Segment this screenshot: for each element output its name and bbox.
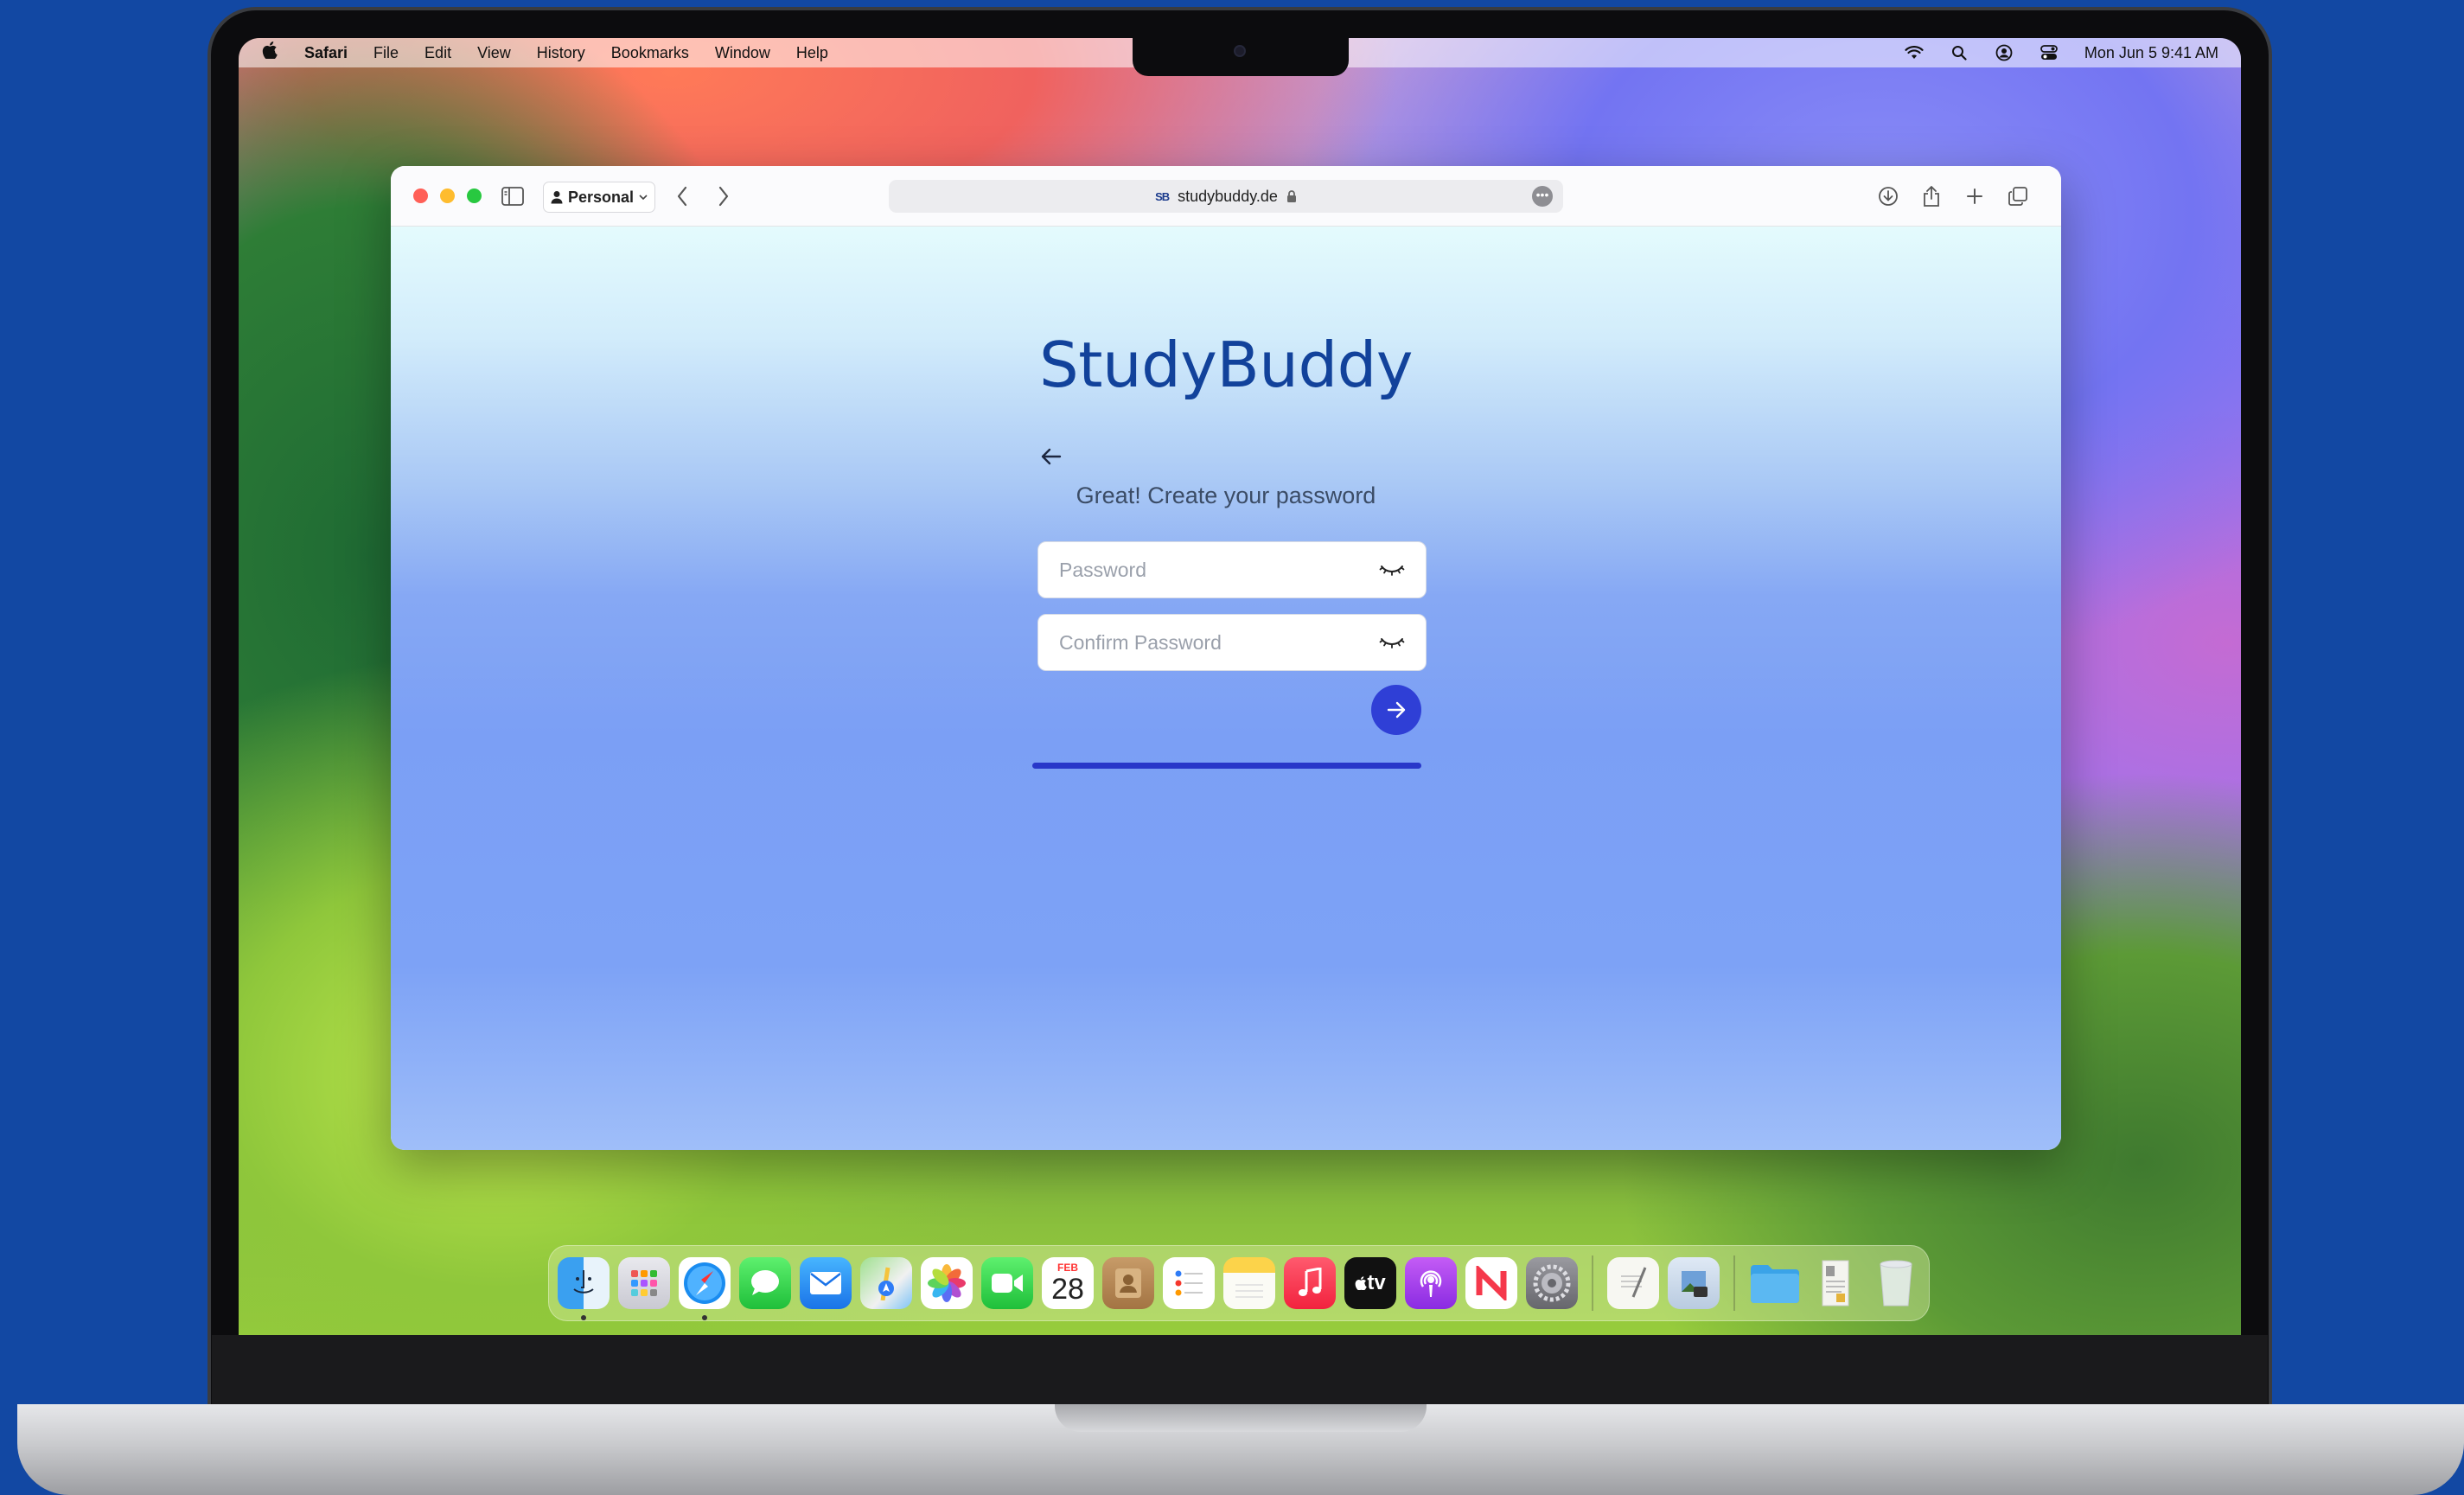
laptop-chin (212, 1335, 2268, 1404)
person-icon (551, 191, 563, 204)
chevron-down-icon (639, 195, 648, 201)
running-indicator (581, 1315, 586, 1320)
running-indicator (702, 1315, 707, 1320)
web-page: StudyBuddy Great! Create your password (391, 227, 2061, 1150)
menu-help[interactable]: Help (796, 44, 828, 62)
arrow-right-icon (1387, 701, 1406, 719)
calendar-day: 28 (1051, 1273, 1084, 1306)
facetime-icon[interactable] (981, 1257, 1033, 1309)
zoom-window-button[interactable] (467, 188, 482, 203)
system-settings-icon[interactable] (1526, 1257, 1578, 1309)
photos-icon[interactable] (921, 1257, 973, 1309)
apple-tv-icon[interactable]: tv (1344, 1257, 1396, 1309)
finder-icon[interactable] (558, 1257, 610, 1320)
signup-progress-bar (1032, 763, 1421, 769)
eye-closed-icon[interactable] (1379, 634, 1405, 651)
safari-window: Personal SB studybuddy.de ••• StudyBuddy… (391, 166, 2061, 1150)
share-icon[interactable] (1923, 183, 1940, 209)
contacts-icon[interactable] (1102, 1257, 1154, 1309)
back-nav-icon[interactable] (676, 183, 688, 209)
menu-edit[interactable]: Edit (424, 44, 451, 62)
documents-stack-icon[interactable] (1810, 1257, 1861, 1309)
menu-view[interactable]: View (477, 44, 511, 62)
messages-icon[interactable] (739, 1257, 791, 1309)
address-url: studybuddy.de (1178, 187, 1278, 205)
site-logo: StudyBuddy (1039, 329, 1413, 401)
menu-app-name[interactable]: Safari (304, 44, 348, 62)
password-input[interactable] (1059, 558, 1379, 582)
back-arrow-icon[interactable] (1037, 443, 1065, 470)
apple-tv-label: tv (1367, 1271, 1386, 1294)
forward-nav-icon[interactable] (718, 183, 730, 209)
password-field[interactable] (1037, 541, 1427, 598)
eye-closed-icon[interactable] (1379, 561, 1405, 578)
menu-window[interactable]: Window (715, 44, 770, 62)
profile-label: Personal (567, 188, 635, 206)
preview-icon[interactable] (1668, 1257, 1720, 1309)
trash-icon[interactable] (1870, 1257, 1922, 1309)
browser-toolbar: Personal SB studybuddy.de ••• (391, 166, 2061, 227)
calendar-month: FEB (1057, 1262, 1078, 1274)
dock: FEB 28 tv (548, 1245, 1930, 1321)
sidebar-toggle-icon[interactable] (501, 183, 524, 209)
laptop-base-notch (1055, 1404, 1427, 1432)
dock-separator (1592, 1255, 1593, 1311)
tab-overview-icon[interactable] (2008, 183, 2028, 209)
profile-switcher-button[interactable]: Personal (543, 182, 655, 213)
confirm-password-field[interactable] (1037, 614, 1427, 671)
mail-icon[interactable] (800, 1257, 852, 1309)
apple-menu-icon[interactable] (261, 42, 278, 64)
folder-icon[interactable] (1749, 1257, 1801, 1309)
address-bar[interactable]: SB studybuddy.de ••• (889, 180, 1563, 213)
notes-icon[interactable] (1223, 1257, 1275, 1309)
confirm-password-input[interactable] (1059, 630, 1379, 655)
dock-separator (1733, 1255, 1735, 1311)
textedit-icon[interactable] (1607, 1257, 1659, 1309)
menu-clock[interactable]: Mon Jun 5 9:41 AM (2084, 44, 2218, 62)
music-icon[interactable] (1284, 1257, 1336, 1309)
podcasts-icon[interactable] (1405, 1257, 1457, 1309)
camera-icon (1234, 45, 1246, 57)
news-icon[interactable] (1465, 1257, 1517, 1309)
calendar-icon[interactable]: FEB 28 (1042, 1257, 1094, 1309)
wifi-icon[interactable] (1905, 43, 1924, 62)
user-account-icon[interactable] (1995, 43, 2014, 62)
menu-file[interactable]: File (373, 44, 399, 62)
menu-bookmarks[interactable]: Bookmarks (611, 44, 689, 62)
desktop-screen: Safari File Edit View History Bookmarks … (239, 38, 2241, 1335)
lock-icon (1286, 190, 1296, 202)
launchpad-icon[interactable] (618, 1257, 670, 1309)
reminders-icon[interactable] (1163, 1257, 1215, 1309)
new-tab-icon[interactable] (1966, 183, 1983, 209)
safari-icon[interactable] (679, 1257, 731, 1320)
downloads-icon[interactable] (1878, 183, 1899, 209)
minimize-window-button[interactable] (440, 188, 455, 203)
site-favicon: SB (1155, 189, 1170, 203)
spotlight-search-icon[interactable] (1950, 43, 1969, 62)
page-subtitle: Great! Create your password (1076, 482, 1376, 508)
camera-notch (1133, 38, 1349, 76)
page-menu-icon[interactable]: ••• (1532, 186, 1553, 207)
menu-history[interactable]: History (537, 44, 585, 62)
maps-icon[interactable] (860, 1257, 912, 1309)
continue-button[interactable] (1371, 685, 1421, 735)
window-controls (413, 188, 482, 203)
close-window-button[interactable] (413, 188, 428, 203)
control-center-icon[interactable] (2040, 43, 2059, 62)
